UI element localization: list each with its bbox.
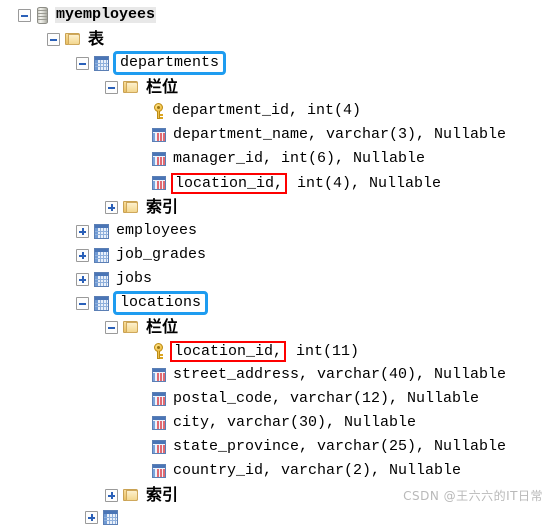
tree-node-label: postal_code, varchar(12), Nullable [173, 390, 480, 407]
column-icon [152, 392, 166, 406]
expander-placeholder [134, 417, 147, 430]
expander-toggle[interactable] [76, 224, 89, 238]
column-icon [152, 368, 166, 382]
tree-node-dep-col-2[interactable]: department_name, varchar(3), Nullable [0, 123, 557, 147]
folder-icon [65, 32, 81, 46]
tree-node-label: country_id, varchar(2), Nullable [173, 462, 462, 479]
expander-placeholder [134, 465, 147, 478]
tree-node-loc-col-6[interactable]: country_id, varchar(2), Nullable [0, 459, 557, 483]
tree-node-label-highlighted: locations [113, 291, 209, 315]
tree-node-dep-col-1[interactable]: department_id, int(4) [0, 99, 557, 123]
tree-node-label: city, varchar(30), Nullable [173, 414, 417, 431]
tree-node-label: manager_id, int(6), Nullable [173, 150, 426, 167]
expander-placeholder [134, 129, 147, 142]
tree-node-label-highlighted: location_id, [171, 172, 288, 194]
expander-toggle[interactable] [18, 8, 31, 22]
tree-node-db-root[interactable]: myemployees [0, 3, 557, 27]
expander-toggle[interactable] [76, 248, 89, 262]
expander-toggle[interactable] [105, 200, 118, 214]
tree-node-dep-indexes[interactable]: 索引 [0, 195, 557, 219]
tree-node-dep-col-4[interactable]: location_id, int(4), Nullable [0, 171, 557, 195]
tree-node-label: state_province, varchar(25), Nullable [173, 438, 507, 455]
tree-node-loc-col-5[interactable]: state_province, varchar(25), Nullable [0, 435, 557, 459]
tree-node-label-highlighted: departments [113, 51, 227, 75]
tree-node-label: 索引 [146, 485, 179, 504]
expander-toggle[interactable] [76, 272, 89, 286]
tree-node-label-group: location_id, int(11) [170, 340, 360, 362]
table-icon [94, 271, 109, 287]
expander-toggle[interactable] [105, 320, 118, 334]
column-icon [152, 416, 166, 430]
tree-node-loc-fields[interactable]: 栏位 [0, 315, 557, 339]
tree-node-label: job_grades [116, 246, 207, 263]
tree-node-tbl-locations[interactable]: locations [0, 291, 557, 315]
folder-icon [123, 80, 139, 94]
table-icon [94, 295, 109, 311]
folder-icon [123, 200, 139, 214]
tree-node-label: street_address, varchar(40), Nullable [173, 366, 507, 383]
table-icon [94, 55, 109, 71]
table-icon [94, 247, 109, 263]
tree-node-dep-col-3[interactable]: manager_id, int(6), Nullable [0, 147, 557, 171]
key-icon [152, 343, 165, 359]
tree-node-dep-fields[interactable]: 栏位 [0, 75, 557, 99]
tree-node-label: 栏位 [146, 77, 179, 96]
watermark: CSDN @王六六的IT日常 [403, 489, 543, 503]
tree-node-loc-col-3[interactable]: postal_code, varchar(12), Nullable [0, 387, 557, 411]
folder-icon [123, 320, 139, 334]
tree-node-tbl-job-grades[interactable]: job_grades [0, 243, 557, 267]
tree-node-tbl-jobs[interactable]: jobs [0, 267, 557, 291]
folder-icon [123, 488, 139, 502]
tree-node-label: jobs [116, 270, 153, 287]
database-object-tree[interactable]: myemployees 表 departments 栏位 department_id, … [0, 0, 557, 512]
tree-node-folder-tables[interactable]: 表 [0, 27, 557, 51]
tree-node-tbl-departments[interactable]: departments [0, 51, 557, 75]
expander-toggle[interactable] [105, 80, 118, 94]
expander-placeholder [134, 153, 147, 166]
column-icon [152, 440, 166, 454]
table-icon [94, 223, 109, 239]
expander-placeholder [134, 393, 147, 406]
expander-toggle[interactable] [76, 56, 89, 70]
tree-node-label-highlighted: location_id, [170, 340, 287, 362]
tree-node-label: 栏位 [146, 317, 179, 336]
expander-placeholder [134, 369, 147, 382]
expander-toggle[interactable] [105, 488, 118, 502]
tree-node-loc-col-4[interactable]: city, varchar(30), Nullable [0, 411, 557, 435]
expander-placeholder [134, 345, 147, 358]
expander-placeholder [134, 177, 147, 190]
tree-node-label: 索引 [146, 197, 179, 216]
tree-node-label: myemployees [55, 6, 157, 23]
column-icon [152, 152, 166, 166]
database-icon [36, 6, 49, 24]
tree-node-label-group: location_id, int(4), Nullable [171, 172, 442, 194]
tree-node-label-suffix: int(4), Nullable [288, 174, 442, 192]
tree-node-loc-col-2[interactable]: street_address, varchar(40), Nullable [0, 363, 557, 387]
tree-node-loc-col-1[interactable]: location_id, int(11) [0, 339, 557, 363]
tree-node-label-suffix: int(11) [287, 342, 360, 360]
expander-placeholder [134, 105, 147, 118]
expander-toggle[interactable] [85, 510, 98, 524]
tree-node-label: employees [116, 222, 198, 239]
column-icon [152, 464, 166, 478]
expander-toggle[interactable] [76, 296, 89, 310]
tree-node-label: department_id, int(4) [172, 102, 362, 119]
column-icon [152, 176, 166, 190]
tree-node-label: 表 [88, 29, 105, 48]
tree-node-tbl-employees[interactable]: employees [0, 219, 557, 243]
expander-toggle[interactable] [47, 32, 60, 46]
key-icon [152, 103, 165, 119]
column-icon [152, 128, 166, 142]
expander-placeholder [134, 441, 147, 454]
tree-node-label: department_name, varchar(3), Nullable [173, 126, 507, 143]
